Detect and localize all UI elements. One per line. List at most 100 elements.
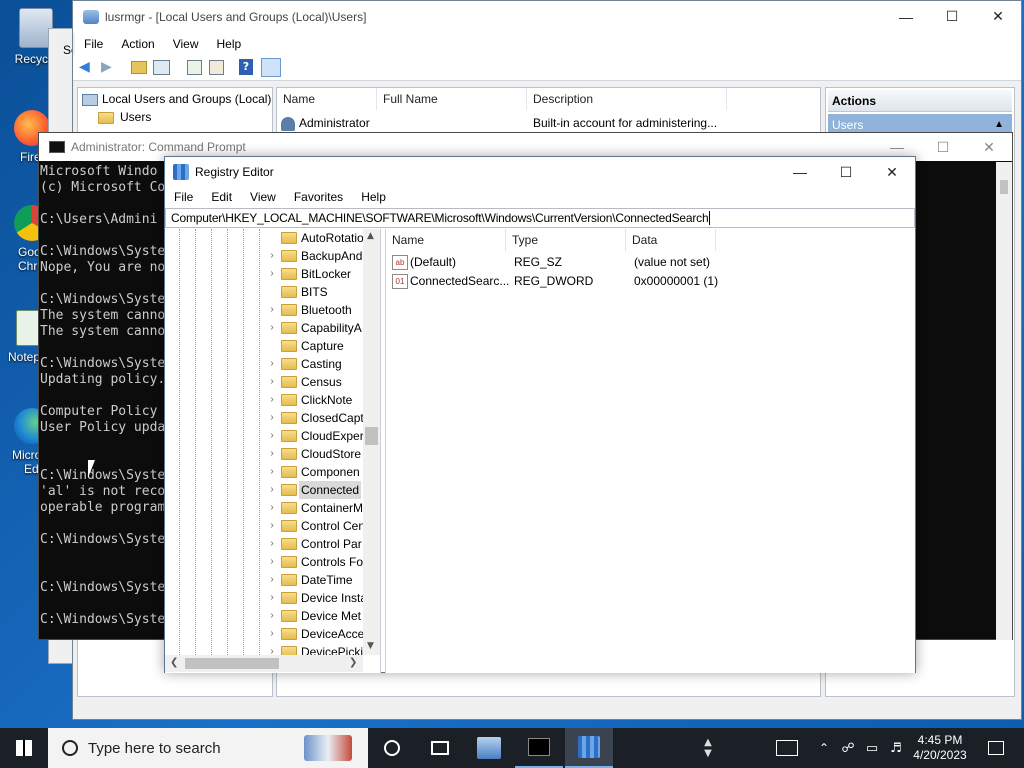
taskbar-scroll[interactable]: ▲ ▼ — [700, 728, 716, 768]
tree-item[interactable]: › Device Met — [265, 607, 363, 625]
chevron-right-icon[interactable]: › — [267, 301, 277, 319]
minimize-button[interactable]: — — [883, 1, 929, 32]
export-list-icon[interactable] — [209, 60, 224, 75]
maximize-button[interactable]: ☐ — [929, 1, 975, 32]
chevron-right-icon[interactable]: › — [267, 373, 277, 391]
tree-item-root[interactable]: Local Users and Groups (Local) — [82, 92, 271, 106]
chevron-right-icon[interactable]: › — [267, 247, 277, 265]
chevron-right-icon[interactable]: › — [267, 499, 277, 517]
chevron-right-icon[interactable]: › — [267, 481, 277, 499]
tree-item[interactable]: › Device Insta — [265, 589, 363, 607]
maximize-button[interactable]: ☐ — [823, 157, 869, 187]
scroll-right-icon[interactable]: ❯ — [349, 657, 357, 668]
tree-item[interactable]: › ClosedCapt — [265, 409, 363, 427]
tree-item[interactable]: Capture — [265, 337, 363, 355]
column-header-name[interactable]: Name — [277, 88, 377, 110]
keyboard-icon[interactable] — [772, 728, 802, 768]
forward-arrow-icon[interactable]: ▶ — [101, 60, 117, 74]
show-tree-icon[interactable] — [153, 60, 170, 75]
tree-item[interactable]: › ClickNote — [265, 391, 363, 409]
scrollbar-thumb[interactable] — [185, 658, 279, 669]
scroll-up-icon[interactable]: ▲ — [367, 231, 374, 241]
chevron-right-icon[interactable]: › — [267, 391, 277, 409]
tree-item[interactable]: › DateTime — [265, 571, 363, 589]
tree-vertical-scrollbar[interactable]: ▲ ▼ — [363, 229, 380, 655]
tree-item[interactable]: › ContainerM — [265, 499, 363, 517]
task-view-button[interactable] — [416, 728, 464, 768]
menu-view[interactable]: View — [164, 37, 208, 51]
up-folder-icon[interactable] — [131, 61, 147, 74]
tree-item[interactable]: › Control Par — [265, 535, 363, 553]
menu-view[interactable]: View — [241, 190, 285, 204]
menu-file[interactable]: File — [165, 190, 202, 204]
tree-item[interactable]: AutoRotatio — [265, 229, 363, 247]
back-arrow-icon[interactable]: ◀ — [79, 60, 95, 74]
menu-help[interactable]: Help — [352, 190, 395, 204]
menu-action[interactable]: Action — [112, 37, 163, 51]
show-hidden-icons-button[interactable]: ⌃ — [812, 728, 836, 768]
close-button[interactable]: ✕ — [975, 1, 1021, 32]
tree-item[interactable]: › Componen — [265, 463, 363, 481]
taskbar-app-cmd[interactable] — [515, 728, 563, 768]
chevron-right-icon[interactable]: › — [267, 553, 277, 571]
chevron-right-icon[interactable]: › — [267, 409, 277, 427]
address-bar[interactable]: Computer\HKEY_LOCAL_MACHINE\SOFTWARE\Mic… — [165, 208, 915, 228]
tree-item[interactable]: › CloudExper — [265, 427, 363, 445]
tree-item[interactable]: › Casting — [265, 355, 363, 373]
chevron-right-icon[interactable]: › — [267, 607, 277, 625]
tree-item[interactable]: › CloudStore — [265, 445, 363, 463]
action-pane-icon[interactable] — [261, 58, 281, 77]
chevron-right-icon[interactable]: › — [267, 319, 277, 337]
volume-icon[interactable]: ♬ — [884, 728, 908, 768]
notification-button[interactable] — [976, 728, 1016, 768]
tree-horizontal-scrollbar[interactable]: ❮ ❯ — [165, 655, 363, 672]
network-icon[interactable]: ☍ — [836, 728, 860, 768]
tree-item[interactable]: › DeviceAcce — [265, 625, 363, 643]
chevron-right-icon[interactable]: › — [267, 535, 277, 553]
tree-item[interactable]: › CapabilityA — [265, 319, 363, 337]
chevron-right-icon[interactable]: › — [267, 643, 277, 655]
tree-item[interactable]: › DevicePicki — [265, 643, 363, 655]
menu-favorites[interactable]: Favorites — [285, 190, 352, 204]
cmd-scrollbar[interactable] — [996, 162, 1012, 640]
menu-help[interactable]: Help — [208, 37, 251, 51]
close-button[interactable]: ✕ — [869, 157, 915, 187]
scroll-left-icon[interactable]: ❮ — [170, 657, 178, 668]
help-icon[interactable]: ? — [239, 59, 253, 75]
tree-item[interactable]: BITS — [265, 283, 363, 301]
tree-item-users[interactable]: Users — [98, 110, 154, 124]
minimize-button[interactable]: — — [777, 157, 823, 187]
lusrmgr-titlebar[interactable]: lusrmgr - [Local Users and Groups (Local… — [73, 1, 1021, 33]
cortana-button[interactable] — [368, 728, 416, 768]
tree-item[interactable]: › BackupAnd — [265, 247, 363, 265]
column-header-data[interactable]: Data — [626, 229, 716, 251]
display-icon[interactable]: ▭ — [860, 728, 884, 768]
registry-value-row[interactable]: ab (Default) REG_SZ (value not set) — [386, 253, 914, 272]
chevron-right-icon[interactable]: › — [267, 571, 277, 589]
regedit-titlebar[interactable]: Registry Editor — ☐ ✕ — [165, 157, 915, 187]
column-header-description[interactable]: Description — [527, 88, 727, 110]
registry-value-row[interactable]: 01 ConnectedSearc... REG_DWORD 0x00000001 (… — [386, 272, 914, 291]
refresh-icon[interactable] — [187, 60, 202, 75]
scrollbar-thumb[interactable] — [1000, 180, 1008, 194]
taskbar-app-lusrmgr[interactable] — [465, 728, 513, 768]
chevron-right-icon[interactable]: › — [267, 445, 277, 463]
tree-item[interactable]: › Connected — [265, 481, 363, 499]
tree-item[interactable]: › Census — [265, 373, 363, 391]
cmd-console-output[interactable]: Microsoft Windo (c) Microsoft Co C:\Users\… — [39, 162, 167, 638]
taskbar-app-regedit[interactable] — [565, 728, 613, 768]
chevron-right-icon[interactable]: › — [267, 355, 277, 373]
scrollbar-thumb[interactable] — [365, 427, 378, 445]
chevron-right-icon[interactable]: › — [267, 589, 277, 607]
menu-edit[interactable]: Edit — [202, 190, 241, 204]
close-button[interactable]: ✕ — [966, 133, 1012, 161]
chevron-right-icon[interactable]: › — [267, 427, 277, 445]
column-header-type[interactable]: Type — [506, 229, 626, 251]
start-button[interactable] — [0, 728, 48, 768]
chevron-right-icon[interactable]: › — [267, 265, 277, 283]
tree-item[interactable]: › Control Cen — [265, 517, 363, 535]
chevron-right-icon[interactable]: › — [267, 463, 277, 481]
chevron-right-icon[interactable]: › — [267, 625, 277, 643]
column-header-full-name[interactable]: Full Name — [377, 88, 527, 110]
tree-item[interactable]: › BitLocker — [265, 265, 363, 283]
